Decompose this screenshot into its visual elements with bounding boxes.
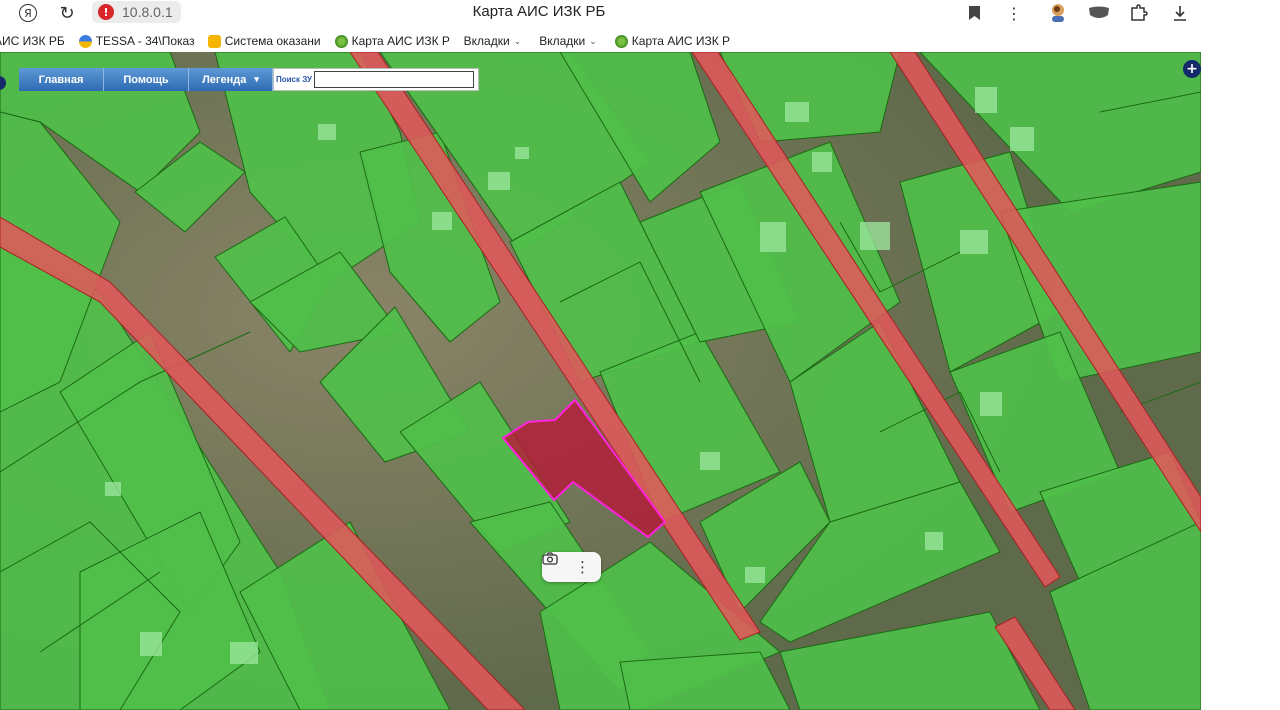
- building: [980, 392, 1002, 416]
- floating-toolbar: ⋮: [542, 552, 601, 582]
- building: [1010, 127, 1034, 151]
- leaf-icon: [334, 34, 348, 48]
- chevron-down-icon: ⌄: [589, 35, 597, 46]
- building: [230, 642, 258, 664]
- map-toolbar: Главная Помощь Легенда ▾ Поиск ЗУ: [19, 68, 479, 91]
- bookmark-label: Карта АИС ИЗК Р: [631, 34, 730, 48]
- building: [925, 532, 943, 550]
- legend-label: Легенда: [202, 73, 247, 86]
- building: [515, 147, 529, 159]
- bookmark-ais[interactable]: АИС ИЗК РБ: [0, 34, 65, 48]
- building: [488, 172, 510, 190]
- leaf-icon: [614, 34, 628, 48]
- bookmark-folder-vkladki-2[interactable]: Вкладки ⌄: [539, 34, 597, 48]
- bookmark-label: Вкладки: [463, 34, 510, 48]
- bookmark-sistema[interactable]: Система оказани: [207, 34, 321, 48]
- extension-avatar-icon[interactable]: [1047, 2, 1069, 24]
- bookmarks-bar: АИС ИЗК РБ TESSA - 34\Показ Система оказ…: [0, 30, 1280, 52]
- building: [318, 124, 336, 140]
- puzzle-icon[interactable]: [1128, 2, 1150, 24]
- building: [860, 222, 890, 250]
- bookmark-label: Карта АИС ИЗК Р: [351, 34, 450, 48]
- building: [812, 152, 832, 172]
- building: [432, 212, 452, 230]
- browser-toolbar: Я ↻ ! 10.8.0.1 Карта АИС ИЗК РБ ⋮: [0, 0, 1280, 26]
- building: [105, 482, 121, 496]
- bookmark-folder-vkladki-1[interactable]: Вкладки ⌄: [464, 34, 522, 48]
- shield-extension-icon[interactable]: [1088, 2, 1110, 24]
- zoom-in-button[interactable]: +: [1183, 60, 1201, 78]
- page-title: Карта АИС ИЗК РБ: [472, 3, 606, 20]
- building: [785, 102, 809, 122]
- menu-icon[interactable]: ⋮: [1003, 2, 1025, 24]
- bookmark-icon[interactable]: [963, 2, 985, 24]
- building: [975, 87, 997, 113]
- download-icon[interactable]: [1169, 2, 1191, 24]
- chevron-down-icon: ▾: [254, 74, 259, 84]
- bookmark-karta-2[interactable]: Карта АИС ИЗК Р: [614, 34, 730, 48]
- building: [745, 567, 765, 583]
- land-parcel[interactable]: [619, 651, 791, 710]
- map-viewport[interactable]: Главная Помощь Легенда ▾ Поиск ЗУ + ⋮: [0, 52, 1201, 710]
- map-canvas[interactable]: [0, 52, 1201, 710]
- bookmark-label: TESSA - 34\Показ: [95, 34, 194, 48]
- home-button[interactable]: Главная: [19, 68, 104, 91]
- building: [960, 230, 988, 254]
- bookmark-karta-1[interactable]: Карта АИС ИЗК Р: [334, 34, 450, 48]
- bookmark-label: Система оказани: [224, 34, 321, 48]
- bookmark-tessa[interactable]: TESSA - 34\Показ: [78, 34, 194, 48]
- legend-button[interactable]: Легенда ▾: [189, 68, 273, 91]
- building: [700, 452, 720, 470]
- tessa-icon: [78, 34, 92, 48]
- help-button[interactable]: Помощь: [104, 68, 189, 91]
- parcel-search-input[interactable]: [313, 71, 474, 88]
- folder-yellow-icon: [207, 34, 221, 48]
- chevron-down-icon: ⌄: [513, 35, 522, 46]
- more-options-icon[interactable]: ⋮: [575, 558, 590, 576]
- search-label: Поиск ЗУ: [276, 75, 312, 84]
- building: [140, 632, 162, 656]
- building: [760, 222, 786, 252]
- bookmark-label: АИС ИЗК РБ: [0, 34, 65, 48]
- parcel-search: Поиск ЗУ: [273, 68, 479, 91]
- bookmark-label: Вкладки: [539, 34, 586, 48]
